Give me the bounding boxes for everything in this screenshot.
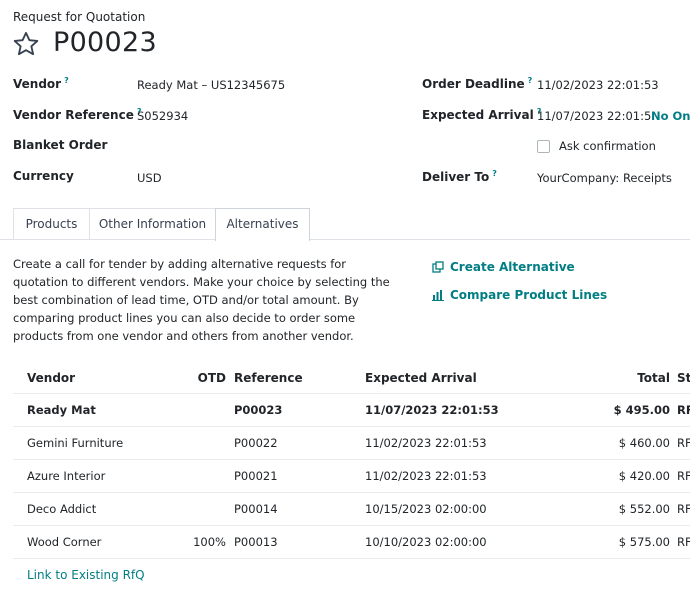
column-vendor[interactable]: Vendor [27,371,75,385]
row-expected-arrival: 11/02/2023 22:01:53 [365,469,487,483]
vendor-reference-label: Vendor Reference? [13,107,142,122]
order-deadline-label: Order Deadline? [422,76,533,91]
row-reference[interactable]: P00013 [234,535,278,549]
row-status: RF [677,436,690,450]
row-status: RF [677,403,690,417]
column-total[interactable]: Total [600,371,670,385]
on-time-badge: No On- [651,109,690,123]
compare-product-lines-button[interactable]: Compare Product Lines [432,288,607,302]
tab-products[interactable]: Products [13,208,90,239]
row-divider [13,525,690,526]
row-otd: 100% [193,535,226,549]
column-reference[interactable]: Reference [234,371,303,385]
order-deadline-field[interactable]: 11/02/2023 22:01:53 [537,78,659,92]
row-divider [13,492,690,493]
row-divider [13,558,690,559]
row-vendor[interactable]: Azure Interior [27,469,105,483]
row-expected-arrival: 11/07/2023 22:01:53 [365,403,499,417]
row-reference[interactable]: P00022 [234,436,278,450]
column-expected-arrival[interactable]: Expected Arrival [365,371,477,385]
column-otd[interactable]: OTD [190,371,226,385]
row-vendor[interactable]: Ready Mat [27,403,96,417]
breadcrumb[interactable]: Request for Quotation [13,10,145,24]
row-status: RF [677,535,690,549]
currency-field[interactable]: USD [137,171,162,185]
vendor-label: Vendor? [13,76,69,91]
tab-other-information[interactable]: Other Information [89,208,216,239]
row-total: $ 420.00 [618,469,670,483]
row-vendor[interactable]: Gemini Furniture [27,436,123,450]
compare-product-lines-label: Compare Product Lines [450,288,608,302]
vendor-field[interactable]: Ready Mat – US12345675 [137,78,285,92]
header-divider [13,393,690,394]
row-total: $ 460.00 [618,436,670,450]
row-reference[interactable]: P00023 [234,403,282,417]
expected-arrival-label: Expected Arrival? [422,107,542,122]
link-existing-rfq-button[interactable]: Link to Existing RfQ [27,568,145,582]
help-icon[interactable]: ? [64,76,69,85]
ask-confirmation-checkbox[interactable] [537,140,550,153]
vendor-reference-field[interactable]: S052934 [137,109,188,123]
ask-confirmation-label[interactable]: Ask confirmation [559,139,656,153]
page-title: P00023 [53,27,157,58]
blanket-order-label: Blanket Order [13,138,108,152]
tab-alternatives[interactable]: Alternatives [215,208,310,241]
alternatives-description: Create a call for tender by adding alter… [13,257,390,343]
row-vendor[interactable]: Deco Addict [27,502,96,516]
row-vendor[interactable]: Wood Corner [27,535,101,549]
row-expected-arrival: 11/02/2023 22:01:53 [365,436,487,450]
row-reference[interactable]: P00021 [234,469,278,483]
row-total: $ 552.00 [618,502,670,516]
copy-icon [432,261,444,273]
row-expected-arrival: 10/15/2023 02:00:00 [365,502,487,516]
row-expected-arrival: 10/10/2023 02:00:00 [365,535,487,549]
create-alternative-button[interactable]: Create Alternative [432,260,575,274]
help-icon[interactable]: ? [492,169,497,178]
column-status[interactable]: St [677,371,690,385]
row-total: $ 575.00 [618,535,670,549]
row-status: RF [677,502,690,516]
deliver-to-field[interactable]: YourCompany: Receipts [537,171,672,185]
row-divider [13,459,690,460]
help-icon[interactable]: ? [528,76,533,85]
currency-label: Currency [13,169,74,183]
expected-arrival-field[interactable]: 11/07/2023 22:01:5 [537,109,651,123]
bar-chart-icon [432,290,444,301]
star-icon[interactable] [12,30,40,58]
create-alternative-label: Create Alternative [450,260,575,274]
row-total: $ 495.00 [613,403,670,417]
row-reference[interactable]: P00014 [234,502,278,516]
row-status: RF [677,469,690,483]
row-divider [13,426,690,427]
deliver-to-label: Deliver To? [422,169,497,184]
